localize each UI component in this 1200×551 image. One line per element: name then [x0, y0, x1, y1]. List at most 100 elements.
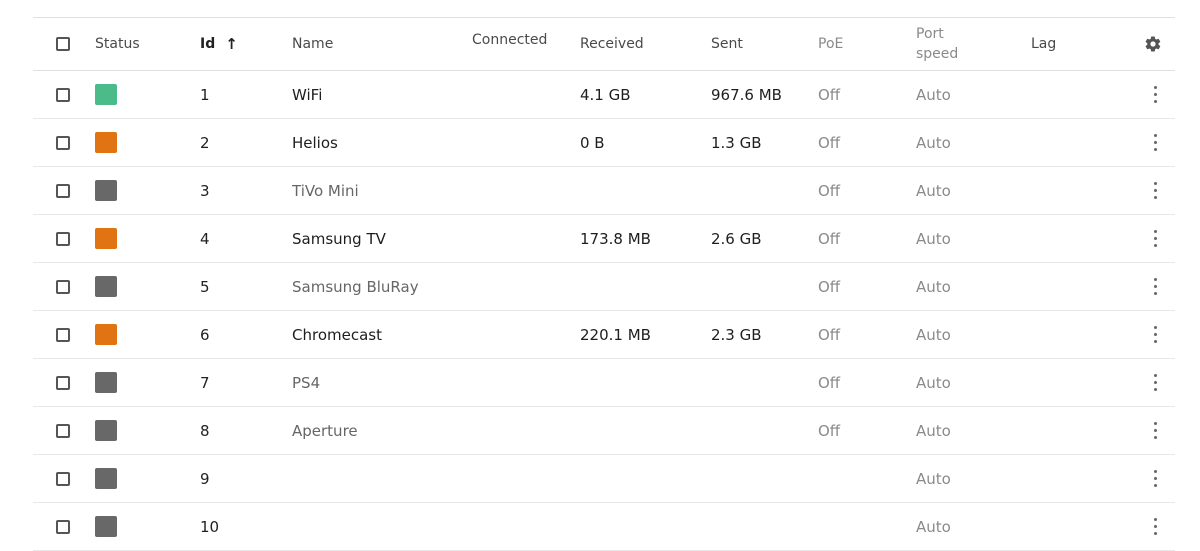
id-cell: 10 [200, 517, 220, 536]
id-cell: 1 [200, 85, 210, 104]
sent-header[interactable]: Sent [711, 18, 821, 70]
name-cell: WiFi [292, 85, 323, 104]
row-checkbox[interactable] [56, 375, 70, 390]
status-indicator [95, 468, 117, 489]
more-vertical-icon[interactable] [1145, 167, 1165, 214]
lag-cell [1031, 407, 1091, 454]
connected-header[interactable]: Connected [472, 14, 572, 66]
name-cell: Aperture [292, 421, 358, 440]
row-checkbox[interactable] [56, 423, 70, 438]
connected-cell [472, 407, 572, 454]
received-cell: 4.1 GB [580, 85, 631, 104]
connected-cell [472, 167, 572, 214]
more-vertical-icon[interactable] [1145, 263, 1165, 310]
connected-cell [472, 119, 572, 166]
row-select-cell [56, 215, 86, 262]
name-cell: PS4 [292, 373, 321, 392]
status-indicator [95, 516, 117, 537]
more-vertical-icon[interactable] [1145, 407, 1165, 454]
status-indicator [95, 372, 117, 393]
received-cell: 220.1 MB [580, 325, 651, 344]
connected-cell [472, 311, 572, 358]
poe-cell: Off [818, 325, 841, 344]
connected-cell [472, 215, 572, 262]
sent-cell [711, 167, 821, 214]
status-cell [95, 215, 185, 262]
row-checkbox[interactable] [56, 87, 70, 102]
poe-cell: Off [818, 277, 841, 296]
more-vertical-icon[interactable] [1145, 359, 1165, 406]
table-row[interactable]: 1 WiFi 4.1 GB 967.6 MB Off Auto [33, 71, 1175, 119]
table-row[interactable]: 3 TiVo Mini Off Auto [33, 167, 1175, 215]
more-vertical-icon[interactable] [1145, 311, 1165, 358]
name-cell: Samsung BluRay [292, 277, 419, 296]
port-speed-cell: Auto [916, 421, 951, 440]
more-vertical-icon[interactable] [1145, 455, 1165, 502]
name-cell: Chromecast [292, 325, 382, 344]
status-indicator [95, 132, 117, 153]
table-row[interactable]: 8 Aperture Off Auto [33, 407, 1175, 455]
status-header[interactable]: Status [95, 18, 185, 70]
status-cell [95, 263, 185, 310]
row-select-cell [56, 71, 86, 118]
status-indicator [95, 324, 117, 345]
port-speed-header-line2: speed [916, 46, 959, 62]
sent-cell [711, 407, 821, 454]
row-select-cell [56, 455, 86, 502]
id-header[interactable]: Id ↑ [200, 18, 270, 70]
received-cell: 0 B [580, 133, 605, 152]
id-cell: 2 [200, 133, 210, 152]
lag-cell [1031, 263, 1091, 310]
received-cell [580, 167, 690, 214]
lag-header[interactable]: Lag [1031, 18, 1091, 70]
table-row[interactable]: 9 Auto [33, 455, 1175, 503]
received-cell [580, 407, 690, 454]
more-vertical-icon[interactable] [1145, 119, 1165, 166]
row-checkbox[interactable] [56, 183, 70, 198]
table-row[interactable]: 2 Helios 0 B 1.3 GB Off Auto [33, 119, 1175, 167]
table-header: Status Id ↑ Name Connected Received Sent… [33, 17, 1175, 71]
row-checkbox[interactable] [56, 519, 70, 534]
row-checkbox[interactable] [56, 231, 70, 246]
table-row[interactable]: 5 Samsung BluRay Off Auto [33, 263, 1175, 311]
row-checkbox[interactable] [56, 135, 70, 150]
gear-icon[interactable] [1141, 18, 1165, 70]
row-checkbox[interactable] [56, 471, 70, 486]
status-indicator [95, 228, 117, 249]
received-cell [580, 359, 690, 406]
table-row[interactable]: 10 Auto [33, 503, 1175, 551]
more-vertical-icon[interactable] [1145, 503, 1165, 550]
table-row[interactable]: 6 Chromecast 220.1 MB 2.3 GB Off Auto [33, 311, 1175, 359]
status-cell [95, 167, 185, 214]
lag-cell [1031, 119, 1091, 166]
port-speed-header[interactable]: Port speed [916, 18, 1006, 70]
row-select-cell [56, 263, 86, 310]
lag-cell [1031, 503, 1091, 550]
poe-header[interactable]: PoE [818, 18, 898, 70]
connected-cell [472, 455, 572, 502]
table-row[interactable]: 7 PS4 Off Auto [33, 359, 1175, 407]
sent-cell [711, 503, 821, 550]
row-checkbox[interactable] [56, 327, 70, 342]
name-cell [292, 455, 462, 502]
status-indicator [95, 420, 117, 441]
lag-cell [1031, 167, 1091, 214]
lag-cell [1031, 455, 1091, 502]
connected-cell [472, 263, 572, 310]
select-all-checkbox[interactable] [56, 37, 70, 51]
poe-cell: Off [818, 181, 841, 200]
received-header[interactable]: Received [580, 18, 690, 70]
port-speed-cell: Auto [916, 469, 951, 488]
row-select-cell [56, 167, 86, 214]
more-vertical-icon[interactable] [1145, 71, 1165, 118]
sent-cell [711, 263, 821, 310]
lag-cell [1031, 311, 1091, 358]
name-header[interactable]: Name [292, 18, 462, 70]
table-body: 1 WiFi 4.1 GB 967.6 MB Off Auto 2 Helios 0 B 1.3 … [33, 71, 1175, 551]
port-speed-header-line1: Port [916, 26, 944, 42]
table-row[interactable]: 4 Samsung TV 173.8 MB 2.6 GB Off Auto [33, 215, 1175, 263]
id-cell: 5 [200, 277, 210, 296]
row-checkbox[interactable] [56, 279, 70, 294]
status-cell [95, 359, 185, 406]
more-vertical-icon[interactable] [1145, 215, 1165, 262]
